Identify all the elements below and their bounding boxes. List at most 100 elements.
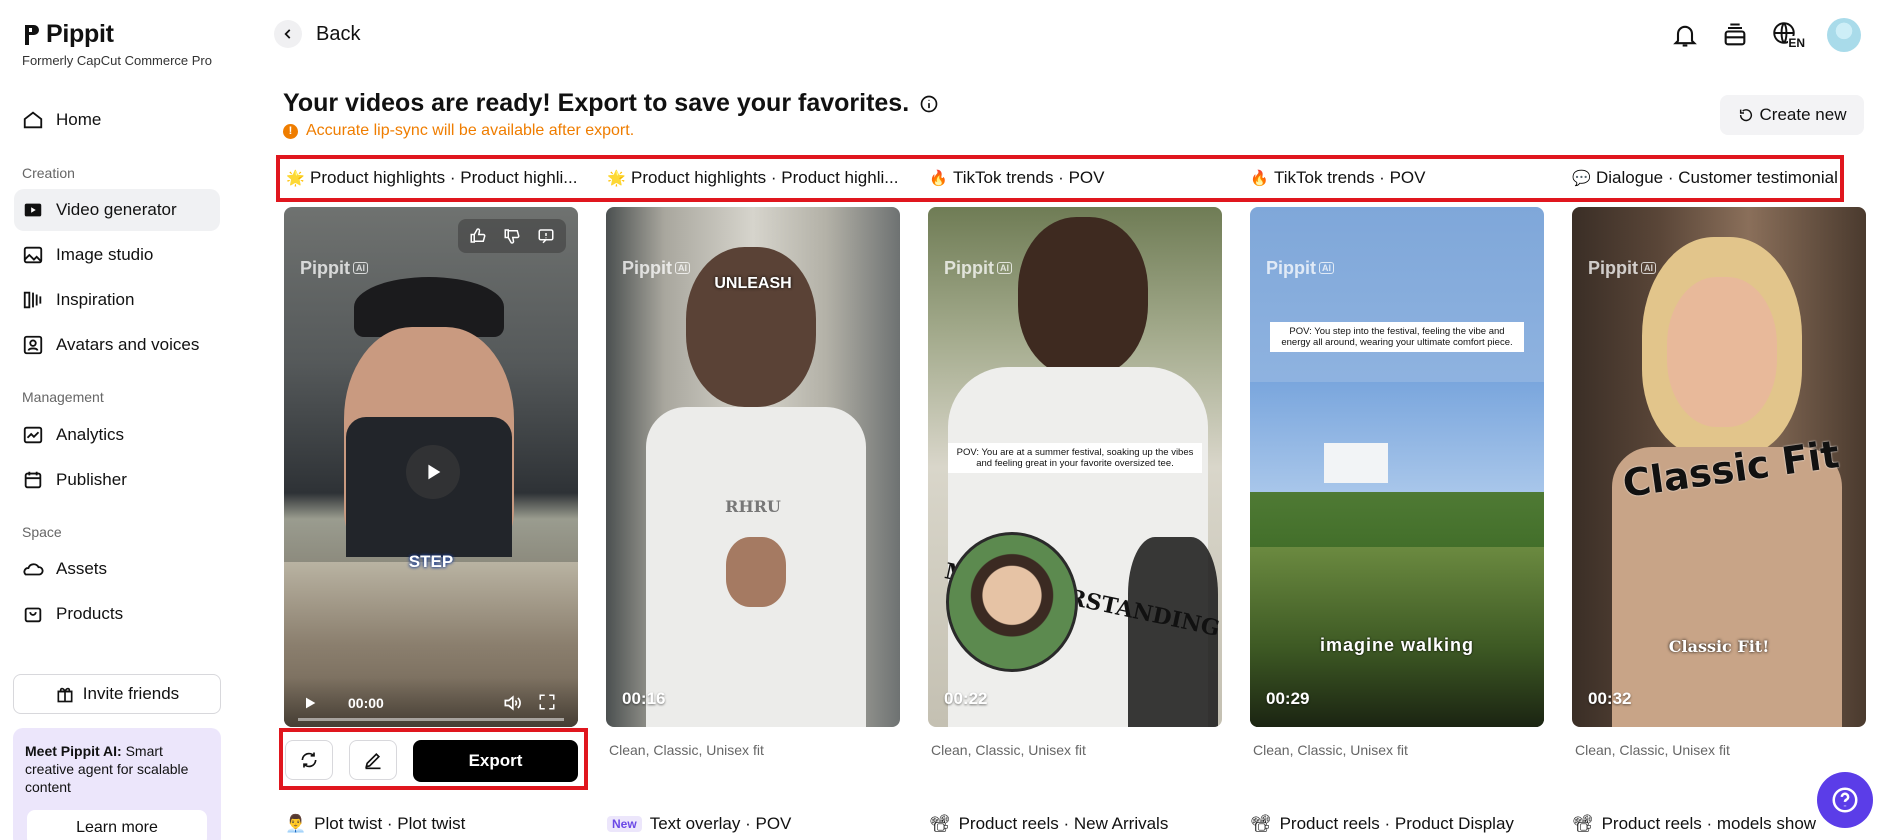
laundry-shape [1324,443,1388,483]
back-button[interactable]: Back [274,20,360,48]
sidebar-item-label: Inspiration [56,290,135,309]
category-text: TikTok trends · POV [1274,168,1426,187]
video-card[interactable]: Pippit AI Classic Fit Classic Fit! 00:32 [1572,207,1866,727]
play-button[interactable] [406,445,460,499]
sidebar-item-home[interactable]: Home [14,99,220,141]
star-icon: 🌟 [607,170,626,187]
video-card[interactable]: MISUNDERSTANDING Pippit AI POV: You are a… [928,207,1222,727]
avatar[interactable] [1827,18,1861,52]
progress-bar[interactable] [298,718,564,721]
thumbs-up-icon[interactable] [462,223,494,249]
sidebar-item-image-studio[interactable]: Image studio [14,234,220,276]
person-icon: 👨‍💼 [285,814,307,833]
brand-name: Pippit [46,20,114,48]
new-badge: New [607,816,642,832]
pippit-logo-icon [25,24,39,45]
calendar-icon [24,471,42,489]
sidebar-item-publisher[interactable]: Publisher [14,459,220,501]
gift-icon [57,687,73,703]
sidebar-item-inspiration[interactable]: Inspiration [14,279,220,321]
inspiration-icon [23,291,42,309]
pippit-watermark: Pippit AI [944,257,1012,279]
regenerate-button[interactable] [285,740,333,780]
play-icon[interactable] [302,695,318,711]
sidebar-item-label: Products [56,604,124,623]
promo-title: Meet Pippit AI: [25,743,122,759]
caption-box: POV: You step into the festival, feeling… [1270,322,1524,352]
fullscreen-icon[interactable] [538,693,556,711]
home-icon [23,111,43,129]
sidebar-item-products[interactable]: Products [14,593,220,635]
info-icon[interactable] [919,94,939,114]
language-switch[interactable]: EN [1771,20,1805,50]
category-text: Plot twist · Plot twist [314,814,466,833]
speech-bubble-icon: 💬 [1572,170,1591,187]
refresh-icon [1739,109,1752,122]
analytics-icon [23,426,43,444]
sidebar-item-avatars-voices[interactable]: Avatars and voices [14,324,220,366]
category-label: 🌟 Product highlights · Product highli... [286,168,577,188]
regenerate-icon [301,752,317,768]
video-card[interactable]: RHRU Pippit AI UNLEASH 00:16 [606,207,900,727]
promo-text: Meet Pippit AI: Smart creative agent for… [25,742,209,796]
sidebar-item-assets[interactable]: Assets [14,548,220,590]
category-text: Product highlights · Product highli... [310,168,578,187]
learn-more-button[interactable]: Learn more [27,810,207,840]
head-shape [686,247,816,407]
caption-unleash: UNLEASH [714,275,792,292]
video-generator-icon [24,203,42,217]
projector-icon: 📽 [929,814,951,833]
time-display: 00:00 [348,695,384,711]
category-label: 💬 Dialogue · Customer testimonial [1572,168,1838,188]
fire-icon: 🔥 [1250,170,1269,187]
category-text: Dialogue · Customer testimonial [1596,168,1838,187]
sidebar: Pippit Formerly CapCut Commerce Pro Home… [0,0,236,840]
category-text: TikTok trends · POV [953,168,1105,187]
fire-icon: 🔥 [929,170,948,187]
create-new-button[interactable]: Create new [1720,95,1864,135]
bell-icon[interactable] [1671,21,1699,49]
card-tags: Clean, Classic, Unisex fit [931,742,1086,758]
invite-friends-button[interactable]: Invite friends [13,674,221,714]
sidebar-item-label: Video generator [56,200,177,219]
help-button[interactable] [1817,772,1873,828]
duration-label: 00:29 [1266,689,1310,708]
face-shape [1667,277,1777,427]
projector-icon: 📽 [1250,814,1272,833]
thumbs-down-icon[interactable] [496,223,528,249]
head-shape [1018,217,1148,377]
sidebar-item-analytics[interactable]: Analytics [14,414,220,456]
stack-icon[interactable] [1721,21,1749,49]
sidebar-item-label: Avatars and voices [56,335,200,354]
duration-label: 00:22 [944,689,988,708]
language-label: EN [1788,36,1805,50]
brand[interactable]: Pippit [22,20,114,49]
brand-subtitle: Formerly CapCut Commerce Pro [22,53,212,68]
edit-button[interactable] [349,740,397,780]
top-toolbar: EN [1671,18,1861,52]
category-text: Product reels · New Arrivals [958,814,1169,833]
card-tags: Clean, Classic, Unisex fit [1253,742,1408,758]
promo-card: Meet Pippit AI: Smart creative agent for… [13,728,221,840]
shirt-print: RHRU [725,497,781,516]
section-management: Management [22,389,104,405]
video-card[interactable]: Pippit AI STEP 00:00 [284,207,578,727]
pencil-icon [365,752,381,770]
volume-icon[interactable] [502,693,522,713]
warning-icon: ! [283,123,298,139]
chevron-left-icon [274,20,302,48]
help-icon [1832,787,1858,813]
category-label: New Text overlay · POV [607,814,791,834]
card-tags: Clean, Classic, Unisex fit [1575,742,1730,758]
category-label: 🔥 TikTok trends · POV [929,168,1104,188]
report-icon[interactable] [530,223,562,249]
feedback-bar [458,219,566,253]
export-button[interactable]: Export [413,740,578,782]
notice-text: Accurate lip-sync will be available afte… [306,122,635,139]
sidebar-item-video-generator[interactable]: Video generator [14,189,220,231]
sidebar-item-label: Home [56,110,102,129]
page-title-text: Your videos are ready! Export to save yo… [283,89,910,117]
caption-classic-fit-small: Classic Fit! [1668,637,1770,656]
video-card[interactable]: Pippit AI POV: You step into the festival… [1250,207,1544,727]
category-label: 👨‍💼 Plot twist · Plot twist [285,814,465,834]
